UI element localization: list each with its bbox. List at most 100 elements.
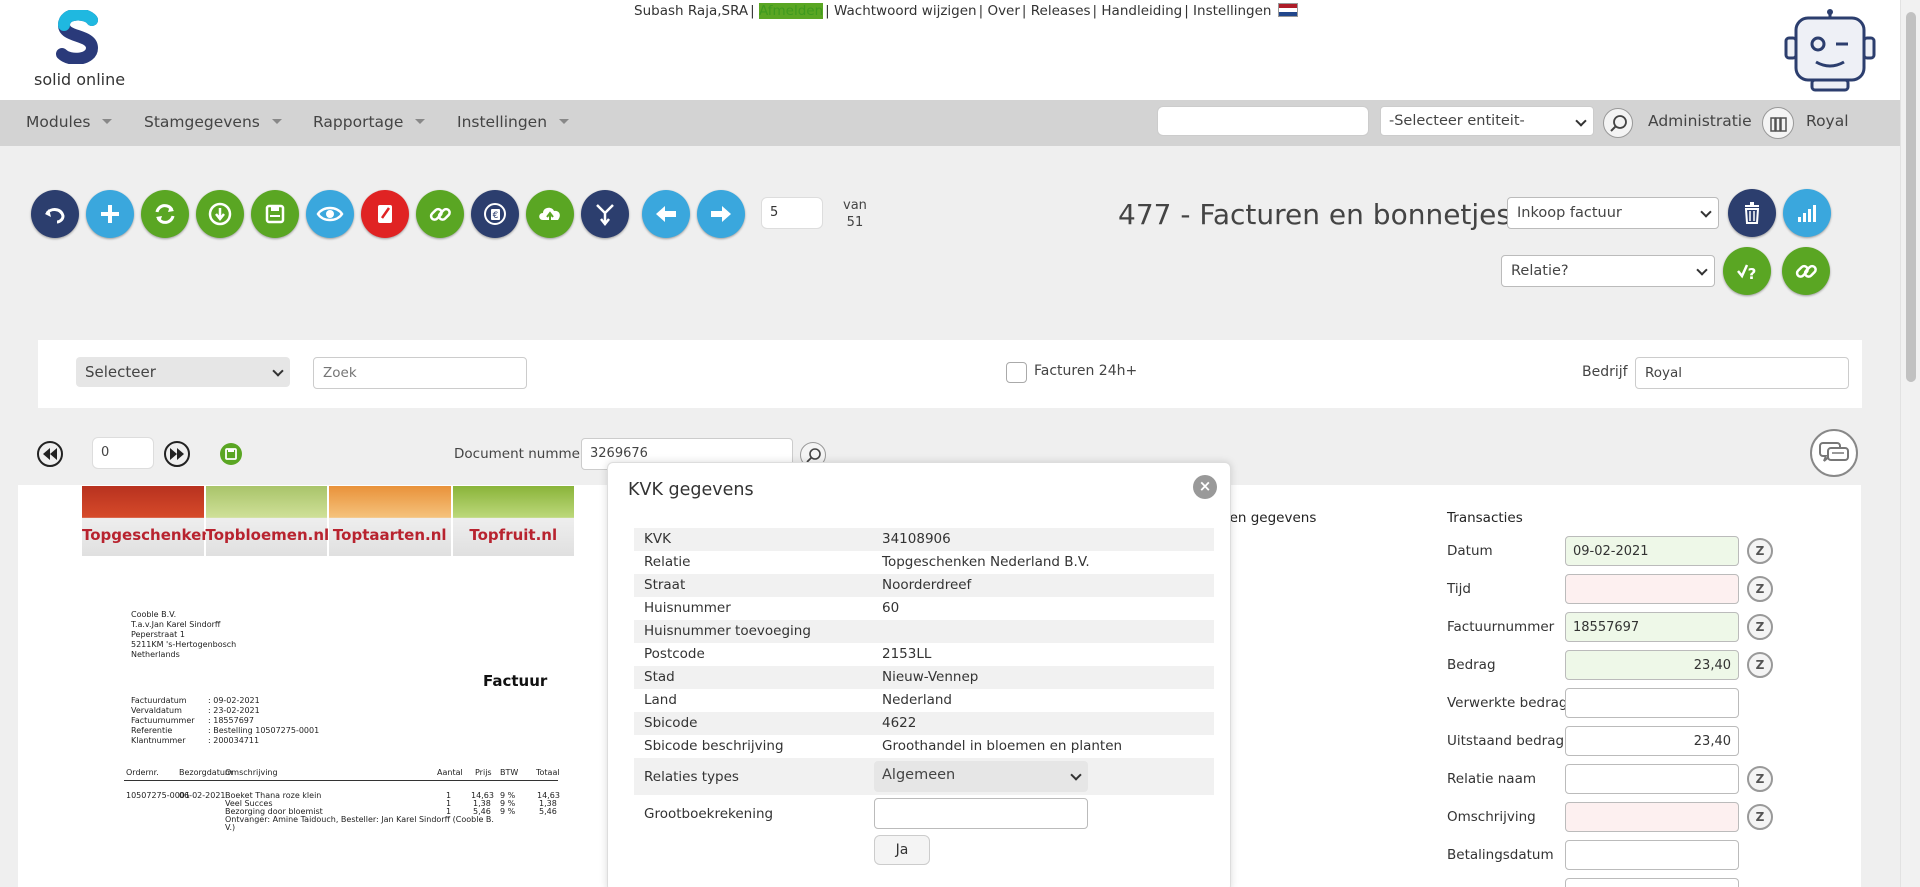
grootboek-input[interactable] xyxy=(874,798,1088,829)
download-button[interactable] xyxy=(196,190,244,238)
uitstaand-bedrag-input[interactable]: 23,40 xyxy=(1565,726,1739,756)
save-document-button[interactable] xyxy=(220,443,242,465)
logout-link[interactable]: Afmelden xyxy=(759,3,824,19)
cloud-upload-icon xyxy=(539,207,560,224)
nav-instellingen-label: Instellingen xyxy=(457,113,548,131)
bedrag-clear-button[interactable]: Z xyxy=(1747,652,1773,678)
factuurnummer-input[interactable]: 18557697 xyxy=(1565,612,1739,642)
logo-text: solid online xyxy=(34,70,126,89)
datum-input[interactable]: 09-02-2021 xyxy=(1565,536,1739,566)
relatie-naam-clear-button[interactable]: Z xyxy=(1747,766,1773,792)
merge-button[interactable] xyxy=(581,190,629,238)
undo-button[interactable] xyxy=(31,190,79,238)
search-input[interactable] xyxy=(313,357,527,389)
logo[interactable]: solid online xyxy=(34,10,134,90)
caret-down-icon xyxy=(559,119,570,124)
relatie-naam-input[interactable] xyxy=(1565,764,1739,794)
dutch-flag-icon[interactable] xyxy=(1277,3,1298,17)
page-scrollbar[interactable] xyxy=(1900,0,1920,887)
books-icon[interactable] xyxy=(1762,107,1794,139)
previous-button[interactable] xyxy=(642,190,690,238)
ja-button[interactable]: Ja xyxy=(874,835,930,865)
relaties-types-select[interactable]: Algemeen xyxy=(874,761,1088,792)
nav-rapportage[interactable]: Rapportage xyxy=(313,113,426,131)
change-password-link[interactable]: Wachtwoord wijzigen xyxy=(834,3,977,19)
filter-select[interactable]: Selecteer xyxy=(76,357,290,387)
global-search-input[interactable] xyxy=(1157,106,1369,136)
chat-button[interactable] xyxy=(1810,429,1858,477)
document-number-label: Document nummer xyxy=(454,446,586,462)
plus-icon xyxy=(101,205,119,223)
bedrijf-input[interactable]: Royal xyxy=(1635,357,1849,389)
kvk-value: Nieuw-Vennep xyxy=(882,669,979,685)
undo-icon xyxy=(45,208,65,224)
add-button[interactable] xyxy=(86,190,134,238)
relatie-select[interactable]: Relatie? xyxy=(1501,255,1715,287)
chevron-down-icon xyxy=(1070,769,1082,781)
datum-clear-button[interactable]: Z xyxy=(1747,538,1773,564)
datum-label: Datum xyxy=(1447,543,1493,559)
save-button[interactable] xyxy=(251,190,299,238)
euro-button[interactable]: € xyxy=(471,190,519,238)
settings-link[interactable]: Instellingen xyxy=(1193,3,1271,19)
doc-type-select[interactable]: Inkoop factuur xyxy=(1507,197,1719,229)
statistics-button[interactable] xyxy=(1783,189,1831,237)
factuurnummer-clear-button[interactable]: Z xyxy=(1747,614,1773,640)
pdf-button[interactable] xyxy=(361,190,409,238)
link-relation-button[interactable] xyxy=(1782,247,1830,295)
kvk-key: Land xyxy=(644,692,677,708)
kvk-key: Postcode xyxy=(644,646,705,662)
nav-instellingen[interactable]: Instellingen xyxy=(457,113,570,131)
fast-forward-icon xyxy=(170,448,184,460)
merge-icon xyxy=(596,204,614,227)
invoice-note: V.) xyxy=(225,823,236,832)
document-index-input[interactable]: 0 xyxy=(92,437,154,469)
banner-topfruit: Topfruit.nl xyxy=(452,486,576,556)
robot-assistant-icon[interactable] xyxy=(1782,8,1878,92)
tijd-input[interactable] xyxy=(1565,574,1739,604)
verwerkte-bedrag-input[interactable] xyxy=(1565,688,1739,718)
chevron-down-icon xyxy=(1696,264,1708,276)
view-button[interactable] xyxy=(306,190,354,238)
manual-link[interactable]: Handleiding xyxy=(1101,3,1182,19)
facturen-24h-checkbox[interactable] xyxy=(1006,362,1027,383)
next-field-input[interactable] xyxy=(1565,878,1739,887)
omschrijving-input[interactable] xyxy=(1565,802,1739,832)
first-document-button[interactable] xyxy=(37,441,63,467)
last-document-button[interactable] xyxy=(164,441,190,467)
refresh-icon xyxy=(155,204,175,224)
next-button[interactable] xyxy=(697,190,745,238)
search-icon[interactable] xyxy=(1603,108,1633,138)
kvk-key: Huisnummer xyxy=(644,600,731,616)
omschrijving-clear-button[interactable]: Z xyxy=(1747,804,1773,830)
banner-topgeschenken: Topgeschenken.nl xyxy=(82,486,234,556)
releases-link[interactable]: Releases xyxy=(1031,3,1091,19)
nav-modules[interactable]: Modules xyxy=(26,113,113,131)
table-header: Omschrijving xyxy=(225,768,278,777)
kvk-key: Relatie xyxy=(644,554,691,570)
check-relation-button[interactable]: ? xyxy=(1723,247,1771,295)
refresh-button[interactable] xyxy=(141,190,189,238)
page-number-input[interactable]: 5 xyxy=(761,197,823,229)
betalingsdatum-input[interactable] xyxy=(1565,840,1739,870)
delete-button[interactable] xyxy=(1728,189,1776,237)
scrollbar-thumb[interactable] xyxy=(1906,12,1916,382)
nav-stamgegevens[interactable]: Stamgegevens xyxy=(144,113,282,131)
euro-icon: € xyxy=(484,203,506,225)
meta-value: : 23-02-2021 xyxy=(208,706,260,715)
administration-label[interactable]: Administratie xyxy=(1648,112,1752,130)
brand-label: Toptaarten.nl xyxy=(332,526,447,544)
tijd-clear-button[interactable]: Z xyxy=(1747,576,1773,602)
entity-select[interactable]: -Selecteer entiteit- xyxy=(1380,106,1594,136)
link-button[interactable] xyxy=(416,190,464,238)
about-link[interactable]: Over xyxy=(987,3,1019,19)
modal-title: KVK gegevens xyxy=(628,480,754,500)
pdf-icon xyxy=(378,205,392,223)
company-label[interactable]: Royal xyxy=(1806,112,1849,130)
kvk-value: 34108906 xyxy=(882,531,951,547)
invoice-heading: Factuur xyxy=(483,672,548,690)
close-icon[interactable]: × xyxy=(1193,475,1217,499)
bedrag-input[interactable]: 23,40 xyxy=(1565,650,1739,680)
kvk-row: Stad Nieuw-Vennep xyxy=(634,666,1214,689)
upload-button[interactable] xyxy=(526,190,574,238)
